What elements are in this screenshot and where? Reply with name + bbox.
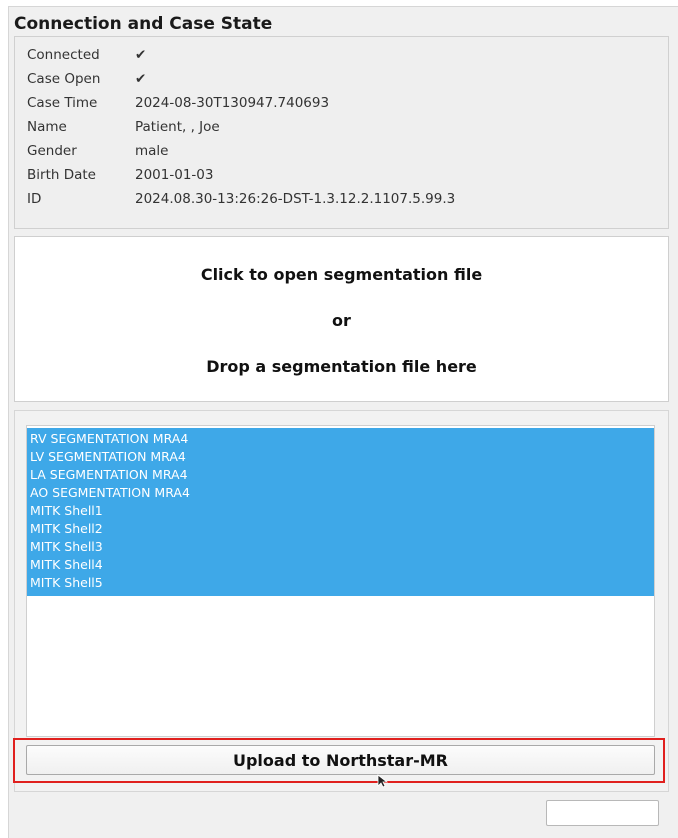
upload-button[interactable]: Upload to Northstar-MR — [26, 745, 655, 775]
info-key: ID — [27, 191, 42, 207]
info-value: 2001-01-03 — [135, 167, 214, 183]
list-item[interactable]: RV SEGMENTATION MRA4 — [30, 430, 188, 448]
check-icon: ✔ — [135, 71, 147, 87]
list-item[interactable]: AO SEGMENTATION MRA4 — [30, 484, 190, 502]
drop-zone-open-text: Click to open segmentation file — [200, 265, 483, 284]
info-key: Gender — [27, 143, 77, 159]
info-value: 2024.08.30-13:26:26-DST-1.3.12.2.1107.5.… — [135, 191, 456, 207]
check-icon: ✔ — [135, 47, 147, 63]
segmentation-drop-zone[interactable]: Click to open segmentation file or Drop … — [14, 236, 669, 402]
list-item[interactable]: MITK Shell1 — [30, 502, 103, 520]
info-key: Case Time — [27, 95, 98, 111]
case-info-box: Connected ✔ Case Open ✔ Case Time 2024-0… — [14, 36, 669, 229]
list-item[interactable]: MITK Shell5 — [30, 574, 103, 592]
info-value: 2024-08-30T130947.740693 — [135, 95, 330, 111]
list-item[interactable]: MITK Shell2 — [30, 520, 103, 538]
drop-zone-drop-text: Drop a segmentation file here — [206, 357, 477, 376]
pointer-cursor-icon — [377, 774, 389, 788]
list-item[interactable]: LA SEGMENTATION MRA4 — [30, 466, 188, 484]
status-field[interactable] — [546, 800, 659, 826]
info-key: Case Open — [27, 71, 101, 87]
drop-zone-or-text: or — [332, 311, 351, 330]
info-key: Name — [27, 119, 67, 135]
info-value: male — [135, 143, 169, 159]
info-key: Birth Date — [27, 167, 96, 183]
list-item[interactable]: MITK Shell3 — [30, 538, 103, 556]
segment-list[interactable]: RV SEGMENTATION MRA4 LV SEGMENTATION MRA… — [26, 425, 655, 737]
list-item[interactable]: MITK Shell4 — [30, 556, 103, 574]
info-key: Connected — [27, 47, 100, 63]
list-item[interactable]: LV SEGMENTATION MRA4 — [30, 448, 186, 466]
info-value: Patient, , Joe — [135, 119, 220, 135]
section-title: Connection and Case State — [14, 14, 273, 34]
